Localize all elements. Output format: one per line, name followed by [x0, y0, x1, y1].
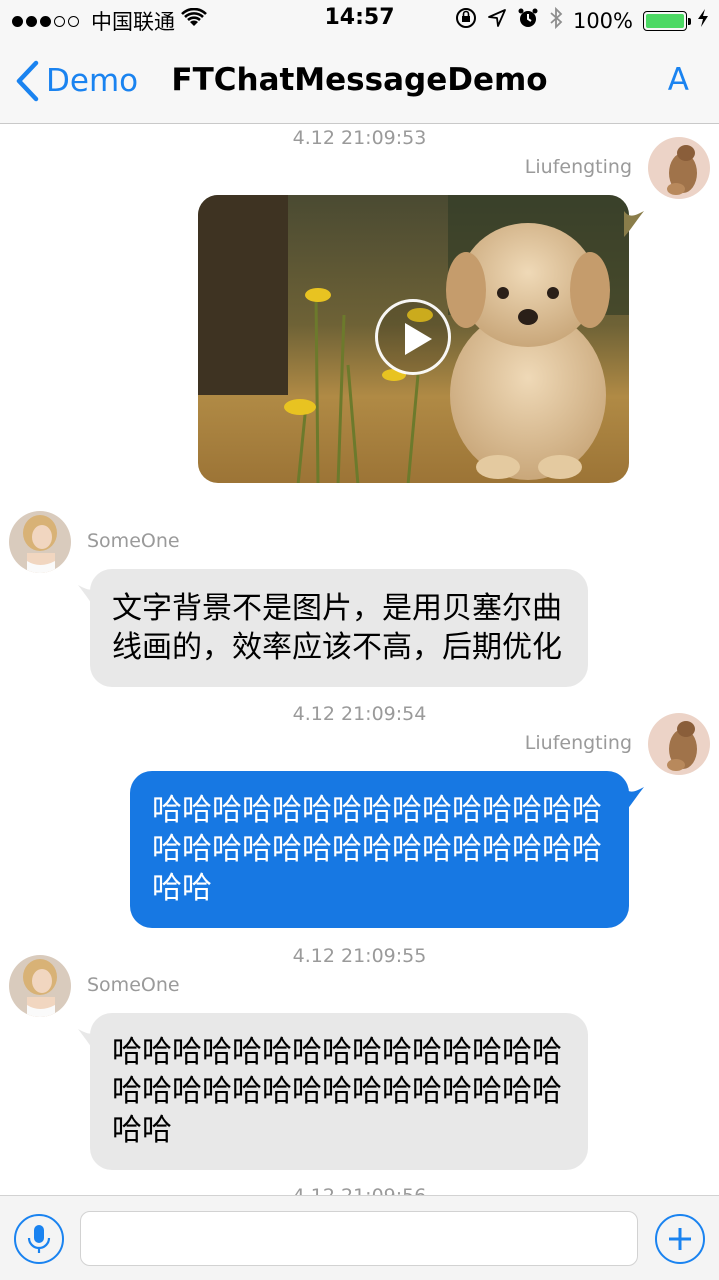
sender-name: Liufengting	[524, 156, 632, 178]
sender-name: SomeOne	[87, 974, 180, 996]
message-input-bar	[0, 1195, 719, 1280]
message-timestamp: 4.12 21:09:54	[292, 703, 427, 725]
play-icon	[405, 323, 432, 355]
avatar[interactable]	[648, 137, 710, 199]
message-text-field[interactable]	[80, 1211, 638, 1266]
incoming-message-bubble[interactable]: 哈哈哈哈哈哈哈哈哈哈哈哈哈哈哈哈哈哈哈哈哈哈哈哈哈哈哈哈哈哈哈哈	[90, 1013, 588, 1170]
bubble-tail	[624, 211, 644, 237]
outgoing-message-bubble[interactable]: 哈哈哈哈哈哈哈哈哈哈哈哈哈哈哈哈哈哈哈哈哈哈哈哈哈哈哈哈哈哈哈哈	[130, 771, 629, 928]
battery-percent: 100%	[572, 8, 633, 33]
battery-icon	[643, 10, 691, 31]
alarm-icon	[517, 7, 539, 34]
voice-button[interactable]	[14, 1214, 64, 1264]
video-message[interactable]	[198, 195, 629, 483]
charging-icon	[697, 8, 709, 33]
bluetooth-icon	[549, 6, 563, 35]
chat-message-list[interactable]: 4.12 21:09:53 Liufengting SomeOne 文字背景不是…	[0, 125, 719, 1195]
orientation-lock-icon	[455, 7, 477, 34]
nav-right-button[interactable]: A	[668, 62, 689, 98]
message-timestamp: 4.12 21:09:55	[292, 945, 427, 967]
navigation-bar: Demo FTChatMessageDemo A	[0, 40, 719, 124]
plus-icon	[669, 1228, 691, 1250]
message-timestamp: 4.12 21:09:56	[0, 1185, 719, 1195]
page-title: FTChatMessageDemo	[171, 62, 548, 98]
message-timestamp: 4.12 21:09:53	[292, 127, 427, 149]
status-bar: 中国联通 14:57 100%	[0, 0, 719, 40]
incoming-message-bubble[interactable]: 文字背景不是图片，是用贝塞尔曲线画的，效率应该不高，后期优化	[90, 569, 588, 687]
avatar[interactable]	[648, 713, 710, 775]
play-button[interactable]	[375, 299, 451, 375]
status-right: 100%	[455, 6, 709, 35]
add-attachment-button[interactable]	[655, 1214, 705, 1264]
avatar[interactable]	[9, 955, 71, 1017]
avatar[interactable]	[9, 511, 71, 573]
sender-name: Liufengting	[524, 732, 632, 754]
sender-name: SomeOne	[87, 530, 180, 552]
microphone-icon	[27, 1225, 51, 1253]
location-icon	[487, 8, 507, 33]
bubble-tail	[624, 787, 644, 813]
